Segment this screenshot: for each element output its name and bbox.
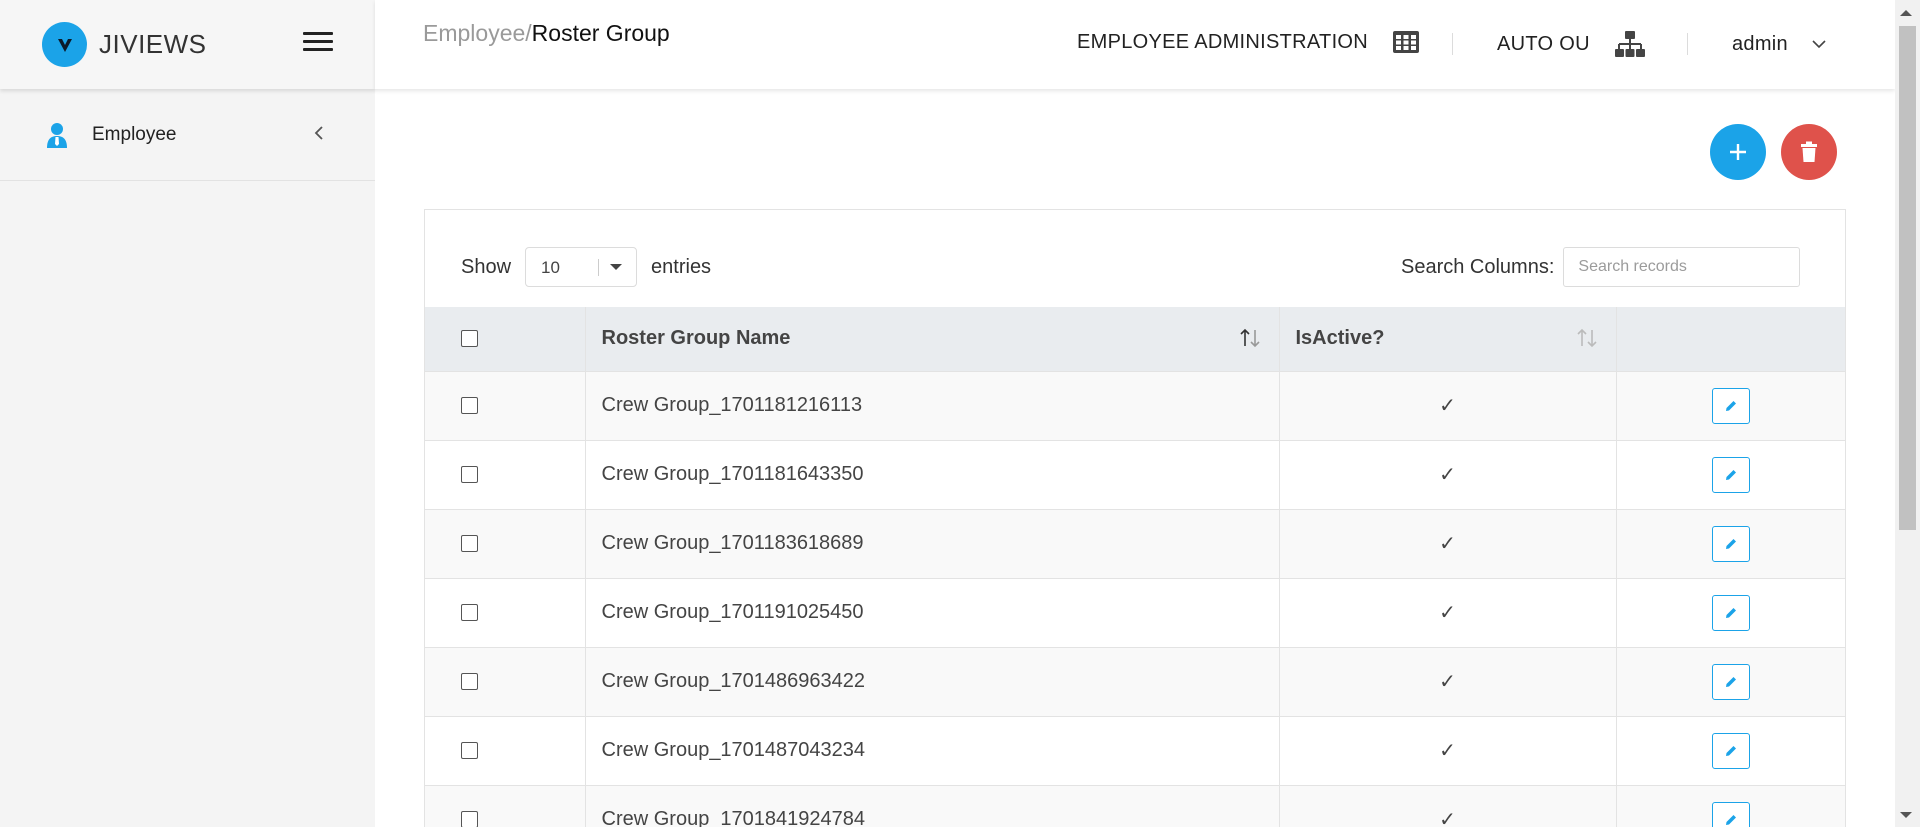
edit-button[interactable] [1711, 732, 1750, 769]
isactive-check-icon: ✓ [1279, 578, 1617, 647]
edit-button[interactable] [1711, 387, 1750, 424]
caret-down-icon [610, 264, 623, 270]
brand-bar: JIVIEWS [0, 0, 375, 89]
entries-select[interactable]: 10 [525, 247, 638, 287]
header-divider [1452, 33, 1453, 55]
table-header-row: Roster Group Name IsActive? [425, 307, 1845, 371]
pencil-icon [1725, 400, 1736, 411]
chevron-left-icon[interactable] [314, 125, 324, 141]
roster-group-table: Roster Group Name IsActive? Crew Group_1… [425, 307, 1845, 827]
entries-label: entries [651, 255, 712, 278]
sort-icon [1239, 328, 1260, 348]
brand-logo[interactable] [42, 22, 87, 67]
pencil-icon [1725, 469, 1736, 480]
pencil-icon [1725, 676, 1736, 687]
grid-table-icon [1393, 31, 1420, 53]
sidebar-item-label: Employee [92, 123, 177, 145]
header-divider [1687, 33, 1688, 55]
roster-group-name: Crew Group_1701183618689 [585, 509, 1280, 578]
edit-button[interactable] [1711, 594, 1750, 631]
isactive-check-icon: ✓ [1279, 371, 1617, 440]
row-checkbox[interactable] [461, 811, 478, 827]
chevron-down-icon [1812, 40, 1826, 49]
brand-name: JIVIEWS [99, 29, 207, 59]
scroll-up-arrow-icon[interactable] [1900, 10, 1912, 16]
roster-group-name: Crew Group_1701486963422 [585, 647, 1280, 716]
roster-group-name: Crew Group_1701181216113 [585, 371, 1280, 440]
row-checkbox[interactable] [461, 604, 478, 622]
entries-value: 10 [541, 258, 560, 277]
isactive-check-icon: ✓ [1279, 785, 1617, 827]
edit-button[interactable] [1711, 525, 1750, 562]
top-header: Employee/Roster Group EMPLOYEE ADMINISTR… [375, 0, 1895, 89]
search-input[interactable] [1563, 247, 1801, 287]
isactive-check-icon: ✓ [1279, 716, 1617, 785]
table-row: Crew Group_1701841924784 ✓ [425, 785, 1845, 827]
pencil-icon [1725, 814, 1736, 825]
select-all-cell [425, 307, 586, 371]
module-label: EMPLOYEE ADMINISTRATION [1077, 30, 1369, 53]
table-row: Crew Group_1701181216113 ✓ [425, 371, 1845, 440]
module-switcher[interactable]: EMPLOYEE ADMINISTRATION [1077, 30, 1420, 54]
row-checkbox[interactable] [461, 742, 478, 760]
roster-group-name: Crew Group_1701181643350 [585, 440, 1280, 509]
add-button[interactable] [1710, 124, 1766, 180]
edit-button[interactable] [1711, 663, 1750, 700]
edit-button[interactable] [1711, 456, 1750, 493]
hamburger-menu-icon[interactable] [303, 32, 333, 54]
table-row: Crew Group_1701181643350 ✓ [425, 440, 1845, 509]
org-label: AUTO OU [1497, 32, 1590, 55]
roster-group-name: Crew Group_1701487043234 [585, 716, 1280, 785]
trash-icon [1801, 141, 1817, 162]
pencil-icon [1725, 607, 1736, 618]
show-label: Show [461, 255, 512, 278]
column-header-isactive[interactable]: IsActive? [1279, 307, 1617, 371]
pencil-icon [1725, 745, 1736, 756]
delete-button[interactable] [1781, 124, 1837, 180]
sort-icon [1576, 328, 1597, 348]
plus-icon [1730, 144, 1746, 160]
org-switcher[interactable]: AUTO OU [1497, 30, 1646, 58]
page-length-control: Show 10 entries [461, 247, 711, 287]
v-logo-icon [57, 38, 72, 52]
column-header-actions [1616, 307, 1845, 371]
search-label: Search Columns: [1401, 255, 1555, 278]
breadcrumb-parent[interactable]: Employee/ [423, 20, 532, 46]
sidebar-item-employee[interactable]: Employee [0, 89, 375, 181]
column-header-name[interactable]: Roster Group Name [585, 307, 1280, 371]
pencil-icon [1725, 538, 1736, 549]
row-checkbox[interactable] [461, 535, 478, 553]
search-control: Search Columns: [1401, 247, 1801, 287]
sidebar: JIVIEWS Employee [0, 0, 375, 827]
table-row: Crew Group_1701191025450 ✓ [425, 578, 1845, 647]
row-checkbox[interactable] [461, 673, 478, 691]
table-row: Crew Group_1701487043234 ✓ [425, 716, 1845, 785]
table-row: Crew Group_1701486963422 ✓ [425, 647, 1845, 716]
edit-button[interactable] [1711, 801, 1750, 827]
row-checkbox[interactable] [461, 397, 478, 415]
user-name: admin [1732, 33, 1788, 55]
isactive-check-icon: ✓ [1279, 509, 1617, 578]
scrollbar-thumb[interactable] [1899, 26, 1916, 530]
scroll-down-arrow-icon[interactable] [1900, 812, 1912, 818]
isactive-check-icon: ✓ [1279, 440, 1617, 509]
roster-group-name: Crew Group_1701191025450 [585, 578, 1280, 647]
select-all-checkbox[interactable] [461, 330, 478, 348]
row-checkbox[interactable] [461, 466, 478, 484]
roster-group-card: Show 10 entries Search Columns: Roster G… [424, 209, 1846, 827]
table-row: Crew Group_1701183618689 ✓ [425, 509, 1845, 578]
org-chart-icon [1614, 31, 1645, 57]
user-tie-icon [47, 122, 67, 148]
breadcrumb: Employee/Roster Group [423, 20, 670, 47]
user-menu[interactable]: admin [1732, 33, 1826, 56]
breadcrumb-current: Roster Group [531, 20, 670, 46]
isactive-check-icon: ✓ [1279, 647, 1617, 716]
roster-group-name: Crew Group_1701841924784 [585, 785, 1280, 827]
